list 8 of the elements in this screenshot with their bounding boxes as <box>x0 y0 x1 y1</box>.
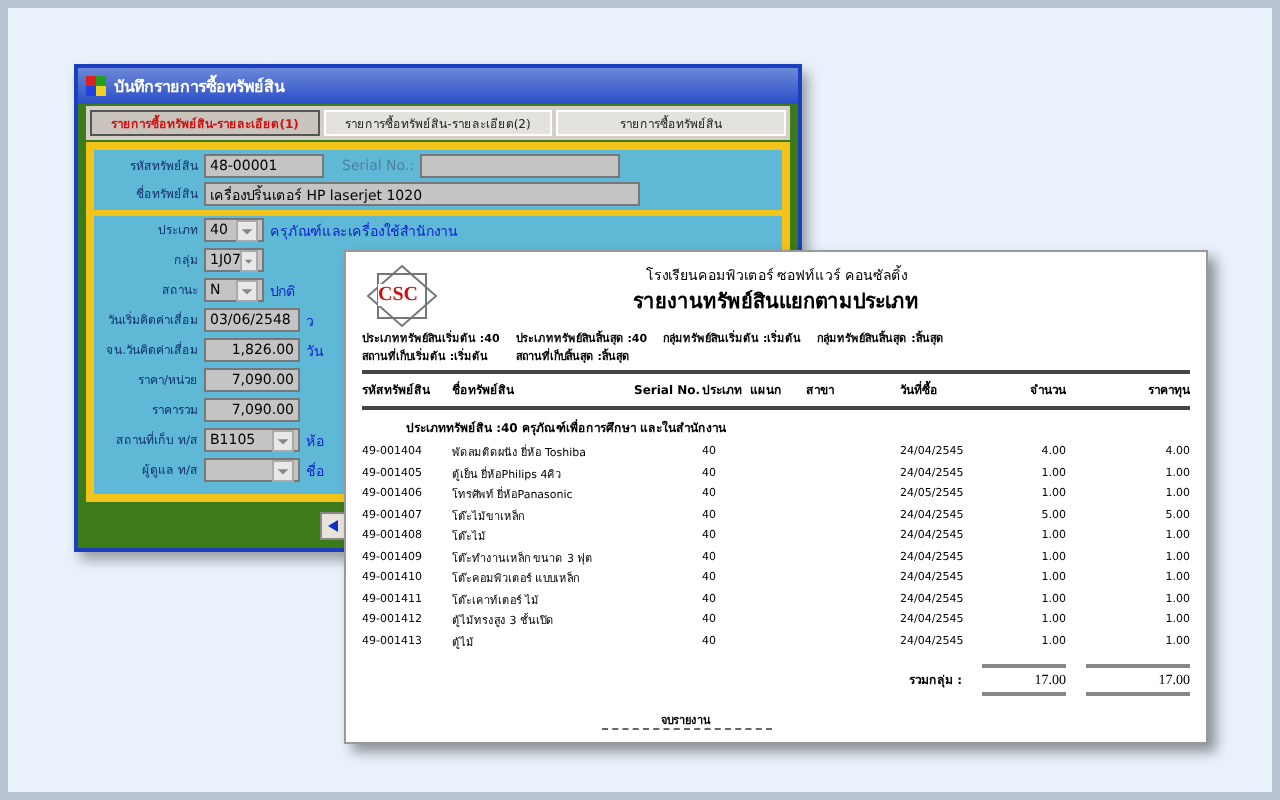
back-arrow-icon <box>326 518 342 534</box>
logo-frame-icon <box>362 264 442 328</box>
window-title: บันทึกรายการซื้อทรัพย์สิน <box>114 73 284 99</box>
dropdown-field[interactable] <box>204 458 300 482</box>
app-icon <box>86 76 106 96</box>
logo-text: CSC <box>378 284 419 306</box>
serial-field[interactable] <box>420 154 621 178</box>
report-title: รายงานทรัพย์สินแยกตามประเภท <box>633 288 919 316</box>
